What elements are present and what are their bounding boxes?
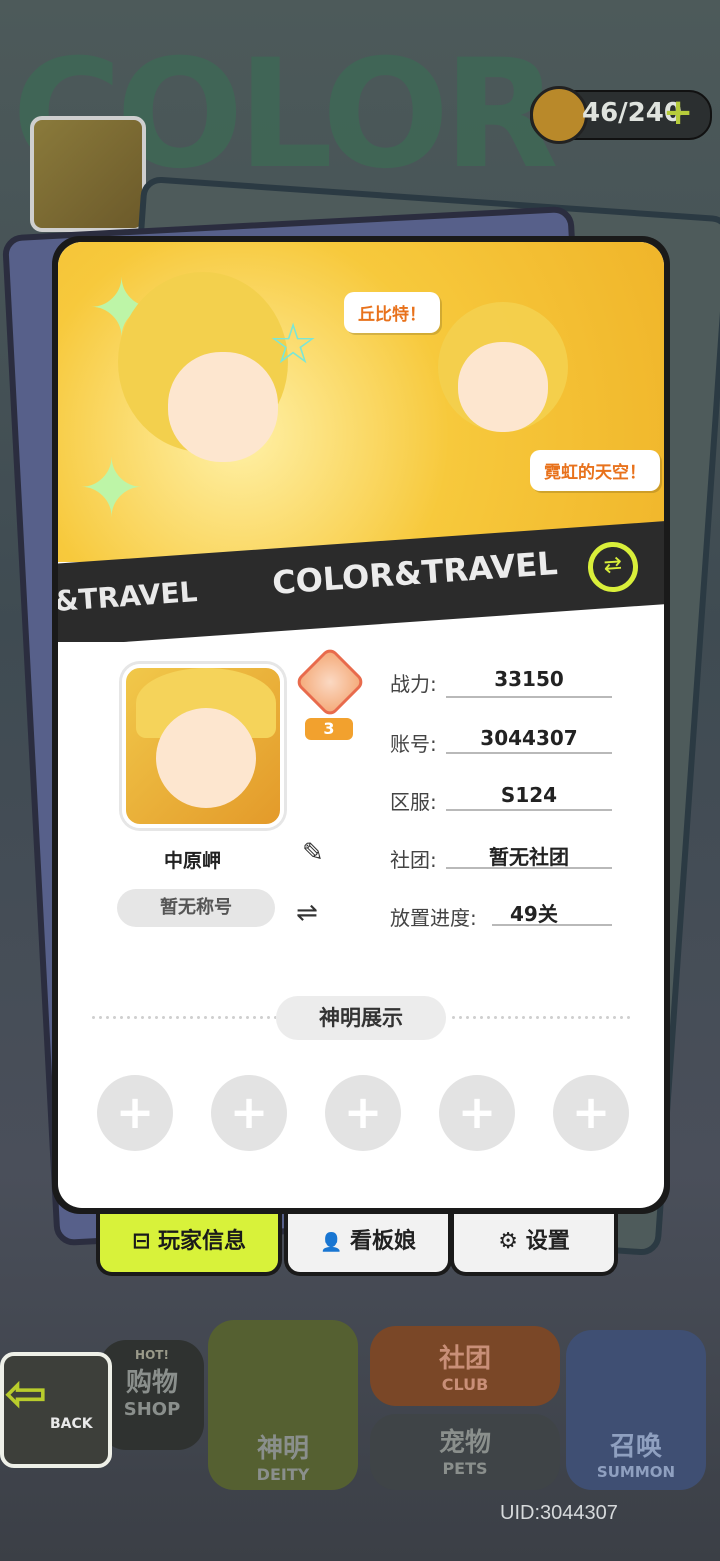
rank-level: 3 <box>305 718 353 740</box>
deity-label-en: DEITY <box>256 1465 310 1484</box>
character-face <box>168 352 278 462</box>
stat-value-club: 暂无社团 <box>489 845 569 869</box>
summon-label-en: SUMMON <box>596 1463 676 1481</box>
stat-value-server: S124 <box>500 783 558 807</box>
stat-underline <box>446 809 612 811</box>
edit-name-icon[interactable]: ✎ <box>302 838 334 870</box>
stat-underline <box>492 924 612 926</box>
hot-badge: HOT! <box>135 1348 169 1362</box>
pets-label: 宠物 <box>438 1428 491 1458</box>
deity-label: 神明 <box>256 1434 309 1464</box>
stat-label-account: 账号: <box>390 732 437 756</box>
stat-label-power: 战力: <box>390 672 437 696</box>
player-avatar[interactable] <box>122 664 284 828</box>
stat-label-server: 区服: <box>390 790 437 814</box>
speech-bubble: 丘比特！ <box>344 292 440 333</box>
section-divider <box>450 1016 630 1019</box>
back-label: BACK <box>50 1416 93 1432</box>
stamina-add-button[interactable]: + <box>663 92 693 133</box>
avatar-face <box>156 708 256 808</box>
tab-settings[interactable]: ⚙ 设置 <box>450 1214 618 1276</box>
tab-label: 玩家信息 <box>158 1229 247 1254</box>
club-button[interactable]: 社团 CLUB <box>370 1326 560 1406</box>
gear-icon: ⚙ <box>498 1229 519 1254</box>
shop-label-en: SHOP <box>123 1399 181 1420</box>
profile-banner: ✦ ✦ ☆ 丘比特！ 霓虹的天空！ &TRAVEL COLOR&TRAVEL ⇄ <box>58 242 664 642</box>
stat-value-account: 3044307 <box>480 726 578 750</box>
character-face-2 <box>458 342 548 432</box>
stat-underline <box>446 696 612 698</box>
deity-slot-add-button[interactable]: + <box>325 1075 401 1151</box>
stat-value-power: 33150 <box>494 667 564 691</box>
player-info-icon: ⊟ <box>131 1229 151 1254</box>
player-name: 中原岬 <box>164 850 222 872</box>
tab-player-info[interactable]: ⊟ 玩家信息 <box>96 1214 282 1276</box>
stamina-icon <box>530 86 588 144</box>
star-hairpin-icon: ☆ <box>268 312 319 377</box>
stat-label-progress: 放置进度: <box>390 906 477 930</box>
speech-bubble: 霓虹的天空！ <box>530 450 660 491</box>
mascot-icon: 👤 <box>319 1232 343 1253</box>
switch-title-icon[interactable]: ⇌ <box>296 898 336 930</box>
section-divider <box>90 1016 276 1019</box>
deity-slot-add-button[interactable]: + <box>439 1075 515 1151</box>
stat-underline <box>446 752 612 754</box>
deity-slot-add-button[interactable]: + <box>97 1075 173 1151</box>
summon-label: 召唤 <box>609 1432 662 1462</box>
stat-value-progress: 49关 <box>510 902 558 926</box>
deity-button[interactable]: 神明 DEITY <box>208 1320 358 1490</box>
sparkle-icon: ✦ <box>78 442 146 535</box>
player-avatar-small <box>30 116 146 232</box>
pets-button[interactable]: 宠物 PETS <box>370 1414 560 1490</box>
pets-label-en: PETS <box>442 1459 488 1478</box>
tab-label: 看板娘 <box>350 1229 417 1254</box>
stat-underline <box>446 867 612 869</box>
tab-mascot[interactable]: 👤 看板娘 <box>284 1214 452 1276</box>
uid-label: UID:3044307 <box>500 1502 618 1524</box>
shop-button[interactable]: HOT! 购物 SHOP <box>100 1340 204 1450</box>
deity-section-title: 神明展示 <box>276 996 446 1040</box>
deity-slot-add-button[interactable]: + <box>553 1075 629 1151</box>
club-label-en: CLUB <box>441 1375 489 1394</box>
back-arrow-icon: ⇦ <box>4 1364 48 1424</box>
tab-label: 设置 <box>525 1229 570 1254</box>
stat-label-club: 社团: <box>390 848 437 872</box>
club-label: 社团 <box>438 1344 491 1374</box>
player-title[interactable]: 暂无称号 <box>117 889 275 927</box>
deity-slot-add-button[interactable]: + <box>211 1075 287 1151</box>
summon-button[interactable]: 召唤 SUMMON <box>566 1330 706 1490</box>
shop-label: 购物 <box>125 1368 178 1398</box>
